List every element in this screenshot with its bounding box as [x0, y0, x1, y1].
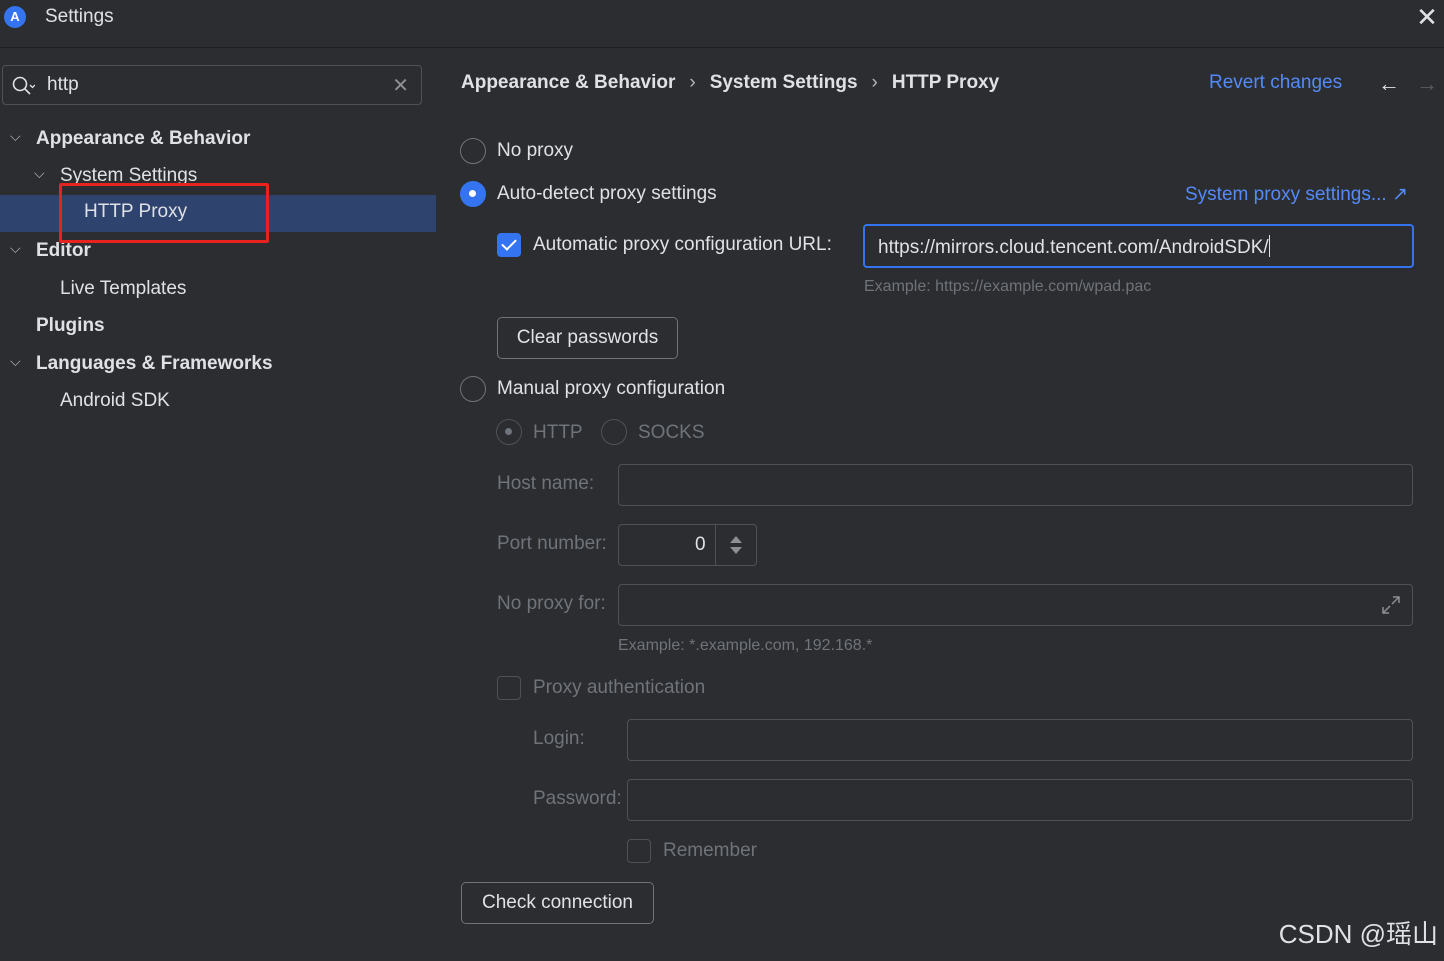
watermark: CSDN @瑶山 [1278, 919, 1438, 949]
host-name-input[interactable] [618, 464, 1413, 506]
clear-passwords-button[interactable]: Clear passwords [497, 317, 678, 359]
password-label: Password: [533, 788, 622, 809]
no-proxy-for-input[interactable] [618, 584, 1413, 626]
chevron-down-icon[interactable]: ⌵ [34, 165, 50, 185]
tree-item-appearance-behavior[interactable]: ⌵ Appearance & Behavior [0, 122, 436, 159]
highlight-annotation-box [59, 183, 269, 243]
back-arrow-icon[interactable]: ← [1378, 71, 1400, 97]
password-input[interactable] [627, 779, 1413, 821]
tree-item-label: Languages & Frameworks [36, 353, 273, 374]
tree-item-label: Live Templates [60, 278, 187, 299]
check-connection-button[interactable]: Check connection [461, 882, 654, 924]
breadcrumb-item[interactable]: Appearance & Behavior [461, 72, 675, 93]
manual-proxy-radio[interactable] [460, 376, 486, 402]
port-number-label: Port number: [497, 533, 607, 554]
tree-item-live-templates[interactable]: Live Templates [0, 272, 436, 309]
window-title: Settings [45, 6, 114, 27]
no-proxy-radio[interactable] [460, 138, 486, 164]
tree-item-plugins[interactable]: Plugins [0, 309, 436, 346]
remember-label: Remember [663, 840, 757, 861]
port-number-value: 0 [695, 534, 706, 555]
chevron-down-icon[interactable]: ⌵ [10, 128, 26, 148]
auto-detect-label: Auto-detect proxy settings [497, 183, 717, 204]
auto-detect-radio[interactable] [460, 181, 486, 207]
manual-proxy-label: Manual proxy configuration [497, 378, 726, 399]
http-label: HTTP [533, 422, 583, 443]
http-radio[interactable] [496, 419, 522, 445]
chevron-down-icon[interactable]: ⌵ [10, 240, 26, 260]
app-logo-icon: A [4, 6, 26, 28]
system-proxy-settings-link[interactable]: System proxy settings... ↗ [1185, 183, 1408, 206]
breadcrumb-item[interactable]: System Settings [710, 72, 858, 93]
title-bar: A Settings ✕ [0, 0, 1444, 48]
no-proxy-for-example: Example: *.example.com, 192.168.* [618, 637, 873, 654]
tree-item-label: Appearance & Behavior [36, 128, 251, 149]
host-name-label: Host name: [497, 473, 595, 494]
login-label: Login: [533, 728, 585, 749]
proxy-authentication-label: Proxy authentication [533, 677, 706, 698]
chevron-down-icon[interactable]: ⌵ [10, 353, 26, 373]
tree-item-label: Editor [36, 240, 91, 261]
no-proxy-for-label: No proxy for: [497, 593, 606, 614]
chevron-right-icon: › [871, 72, 878, 93]
tree-item-label: Plugins [36, 315, 105, 336]
settings-content: Appearance & Behavior › System Settings › HT… [436, 49, 1444, 961]
breadcrumb-item: HTTP Proxy [891, 72, 1000, 93]
search-icon [12, 76, 35, 95]
clear-search-icon[interactable]: ✕ [392, 73, 409, 98]
auto-proxy-url-checkbox[interactable] [497, 233, 521, 257]
revert-changes-link[interactable]: Revert changes [1209, 72, 1342, 94]
auto-proxy-url-value: https://mirrors.cloud.tencent.com/Androi… [878, 235, 1270, 258]
socks-label: SOCKS [638, 422, 705, 443]
auto-proxy-url-example: Example: https://example.com/wpad.pac [864, 278, 1152, 295]
search-input[interactable]: http ✕ [2, 65, 422, 105]
breadcrumb: Appearance & Behavior › System Settings › HT… [461, 72, 999, 94]
forward-arrow-icon[interactable]: → [1416, 71, 1438, 97]
search-query: http [47, 74, 79, 95]
remember-checkbox[interactable] [627, 839, 651, 863]
tree-item-label: Android SDK [60, 390, 170, 411]
tree-item-languages-frameworks[interactable]: ⌵ Languages & Frameworks [0, 347, 436, 384]
expand-icon[interactable] [1380, 594, 1402, 616]
stepper-divider [715, 525, 716, 565]
tree-item-android-sdk[interactable]: Android SDK [0, 384, 436, 421]
login-input[interactable] [627, 719, 1413, 761]
no-proxy-label: No proxy [497, 140, 574, 161]
proxy-authentication-checkbox[interactable] [497, 676, 521, 700]
decrement-arrow-icon[interactable] [730, 547, 742, 554]
increment-arrow-icon[interactable] [730, 536, 742, 543]
socks-radio[interactable] [601, 419, 627, 445]
close-icon[interactable]: ✕ [1412, 2, 1442, 32]
auto-proxy-url-label: Automatic proxy configuration URL: [533, 234, 832, 255]
port-number-stepper[interactable]: 0 [618, 524, 757, 566]
auto-proxy-url-field[interactable]: https://mirrors.cloud.tencent.com/Androi… [863, 224, 1414, 268]
chevron-right-icon: › [689, 72, 696, 93]
